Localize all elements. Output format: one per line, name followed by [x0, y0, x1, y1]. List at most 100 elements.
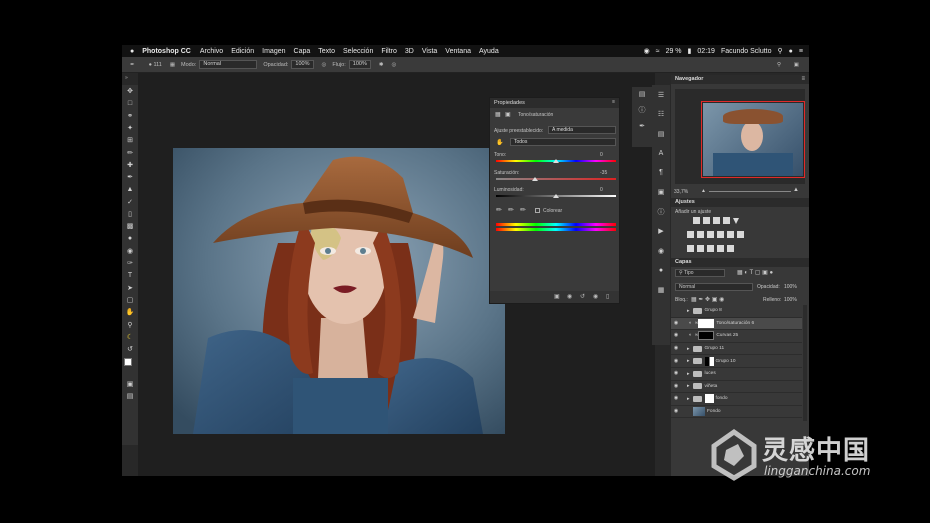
saturation-slider-track[interactable]: [496, 178, 616, 180]
eraser-tool-icon[interactable]: ▯: [122, 208, 138, 220]
swap-colors-icon[interactable]: ↺: [122, 343, 138, 355]
type-tool-icon[interactable]: T: [122, 269, 138, 281]
toolbar-collapse-icon[interactable]: »: [125, 75, 128, 81]
lightness-slider-handle[interactable]: [553, 194, 559, 198]
expand-arrow-icon[interactable]: ▸: [687, 308, 690, 314]
filter-pixel-icon[interactable]: ▦: [737, 270, 743, 276]
filter-smart-icon[interactable]: ▣: [762, 270, 768, 276]
visibility-eye-icon[interactable]: ◉: [671, 321, 681, 326]
lock-position-icon[interactable]: ✥: [705, 297, 710, 303]
brush-tool-icon[interactable]: ✒: [122, 171, 138, 183]
layer-filter-select[interactable]: ⚲ Tipo: [675, 269, 725, 277]
expand-arrow-icon[interactable]: ▸: [687, 396, 690, 402]
navigator-zoom[interactable]: 33,7%: [674, 189, 688, 195]
brush-tool-icon[interactable]: ✒: [130, 62, 135, 68]
zoom-in-icon[interactable]: ▲: [793, 187, 799, 193]
photo-filter-icon[interactable]: [717, 231, 724, 238]
menu-ayuda[interactable]: Ayuda: [479, 48, 499, 55]
blend-mode-select[interactable]: Normal: [675, 283, 753, 291]
exposure-icon[interactable]: [723, 217, 730, 224]
channel-select[interactable]: Todos: [510, 138, 616, 146]
eyedropper-tool-icon[interactable]: ✏: [122, 146, 138, 158]
menu-3d[interactable]: 3D: [405, 48, 414, 55]
menu-imagen[interactable]: Imagen: [262, 48, 285, 55]
menu-vista[interactable]: Vista: [422, 48, 437, 55]
channels-icon[interactable]: ◉: [652, 241, 670, 261]
navigator-preview[interactable]: [675, 89, 805, 184]
vibrance-icon[interactable]: [733, 218, 739, 224]
colorize-checkbox[interactable]: [535, 208, 540, 213]
lightness-value[interactable]: 0: [600, 187, 603, 193]
workspace-icon[interactable]: ▣: [794, 62, 799, 68]
layer-row[interactable]: ◉ Fondo: [671, 406, 802, 419]
apple-icon[interactable]: ●: [130, 48, 134, 55]
paragraph-icon[interactable]: ¶: [652, 163, 670, 183]
menu-edicion[interactable]: Edición: [231, 48, 254, 55]
layer-row[interactable]: ◉ ▸ Grupo 10: [671, 355, 802, 368]
visibility-eye-icon[interactable]: ◉: [671, 371, 681, 376]
bw-icon[interactable]: [707, 231, 714, 238]
visibility-eye-icon[interactable]: ◉: [671, 384, 681, 389]
hue-slider-handle[interactable]: [553, 159, 559, 163]
search-icon[interactable]: ⚲: [778, 47, 783, 55]
move-tool-icon[interactable]: ✥: [122, 85, 138, 97]
layer-row[interactable]: ◉ ◐ ∞ Curvas 25: [671, 330, 802, 343]
healing-brush-tool-icon[interactable]: ✚: [122, 159, 138, 171]
battery-icon[interactable]: ▮: [688, 47, 692, 55]
path-selection-tool-icon[interactable]: ➤: [122, 282, 138, 294]
gradient-tool-icon[interactable]: ▩: [122, 220, 138, 232]
view-previous-icon[interactable]: ◉: [567, 293, 572, 300]
visibility-eye-icon[interactable]: ◉: [671, 409, 681, 414]
expand-arrow-icon[interactable]: ▸: [687, 383, 690, 389]
app-name[interactable]: Photoshop CC: [142, 48, 191, 55]
menu-archivo[interactable]: Archivo: [200, 48, 223, 55]
clone-source-icon[interactable]: ▣: [652, 183, 670, 203]
color-lookup-icon[interactable]: [737, 231, 744, 238]
filter-toggle-icon[interactable]: ●: [769, 270, 773, 276]
layer-opacity-value[interactable]: 100%: [784, 284, 797, 290]
info-icon[interactable]: ⓘ: [632, 103, 652, 119]
visibility-icon[interactable]: ◉: [593, 293, 598, 300]
lock-transparency-icon[interactable]: ▦: [691, 297, 697, 303]
navigator-menu-icon[interactable]: ≡: [801, 76, 805, 82]
filter-adjust-icon[interactable]: ◐: [744, 270, 748, 276]
expand-arrow-icon[interactable]: ▸: [687, 358, 690, 364]
airbrush-icon[interactable]: ✱: [379, 62, 384, 68]
swatches-icon[interactable]: ▦: [652, 280, 670, 300]
visibility-eye-icon[interactable]: ◉: [671, 333, 681, 338]
options-search-icon[interactable]: ⚲: [777, 62, 781, 68]
threshold-icon[interactable]: [707, 245, 714, 252]
target-adjust-icon[interactable]: ✋: [496, 139, 503, 146]
list-icon[interactable]: ≡: [799, 48, 803, 55]
flow-field[interactable]: 100%: [348, 60, 371, 69]
menu-capa[interactable]: Capa: [294, 48, 311, 55]
pen-tool-icon[interactable]: ✑: [122, 257, 138, 269]
zoom-tool-icon[interactable]: ⚲: [122, 319, 138, 331]
clone-stamp-tool-icon[interactable]: ▲: [122, 183, 138, 195]
zoom-out-icon[interactable]: ▲: [701, 188, 706, 194]
magic-wand-tool-icon[interactable]: ✦: [122, 122, 138, 134]
dodge-tool-icon[interactable]: ◉: [122, 245, 138, 257]
lock-artboard-icon[interactable]: ▣: [712, 297, 718, 303]
paths-icon[interactable]: ●: [652, 261, 670, 281]
hue-value[interactable]: 0: [600, 152, 603, 158]
crop-tool-icon[interactable]: ⊞: [122, 134, 138, 146]
selective-color-icon[interactable]: [727, 245, 734, 252]
lock-all-icon[interactable]: ◉: [719, 297, 724, 303]
properties-menu-icon[interactable]: ≡: [612, 99, 615, 105]
color-swatches[interactable]: [122, 356, 138, 378]
layer-row-selected[interactable]: ◉ ◐ ∞ Tono/saturación 6: [671, 317, 802, 331]
gradient-map-icon[interactable]: [717, 245, 724, 252]
quick-mask-icon[interactable]: ▣: [122, 378, 138, 390]
eyedropper-plus-icon[interactable]: ✏: [508, 206, 514, 214]
history-icon[interactable]: ☰: [652, 85, 670, 105]
character-icon[interactable]: A: [652, 144, 670, 164]
channel-mixer-icon[interactable]: [727, 231, 734, 238]
visibility-eye-icon[interactable]: ◉: [671, 396, 681, 401]
eyedropper-icon[interactable]: ✏: [496, 206, 502, 214]
levels-icon[interactable]: [703, 217, 710, 224]
blur-tool-icon[interactable]: ●: [122, 233, 138, 245]
opacity-field[interactable]: 100%: [291, 60, 314, 69]
hand-tool-icon[interactable]: ✋: [122, 306, 138, 318]
screen-mode-icon[interactable]: ▤: [122, 390, 138, 402]
